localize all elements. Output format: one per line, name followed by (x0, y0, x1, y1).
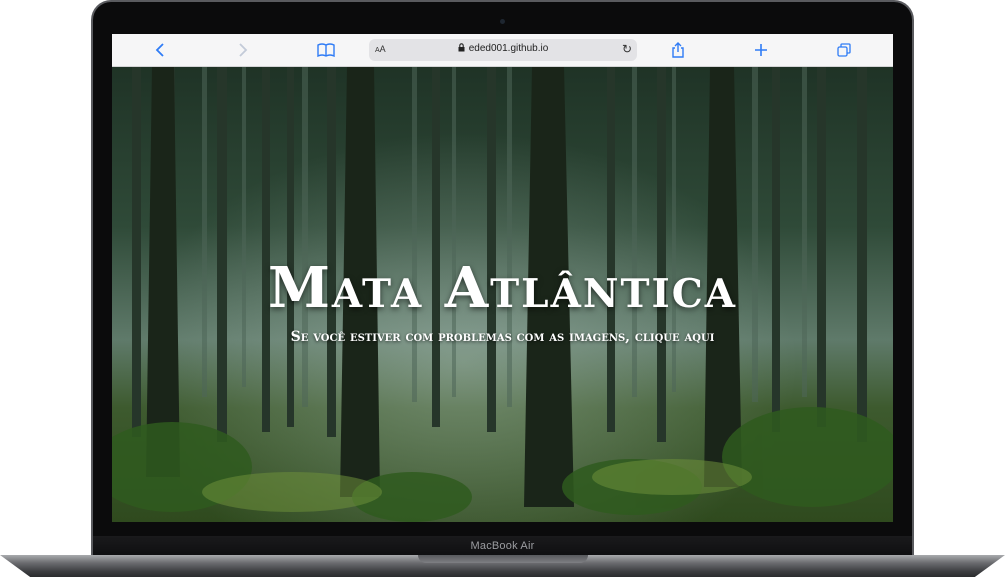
page-title: Mata Atlântica (267, 255, 738, 321)
tabs-overview-icon[interactable] (834, 41, 854, 59)
back-chevron-icon[interactable] (150, 41, 170, 59)
lid-opening-notch (418, 555, 588, 563)
bookmarks-icon[interactable] (316, 41, 336, 59)
address-bar[interactable]: AA eded001.github.io ↻ (369, 39, 637, 61)
laptop-mockup: AA eded001.github.io ↻ Mata Atlântica Se… (0, 0, 1005, 577)
reload-icon[interactable]: ↻ (622, 42, 632, 56)
forest-hero: Mata Atlântica Se você estiver com probl… (112, 67, 893, 522)
model-label: MacBook Air (470, 540, 535, 552)
lock-icon (458, 43, 465, 55)
url-text: eded001.github.io (468, 43, 549, 54)
screen: AA eded001.github.io ↻ Mata Atlântica Se… (112, 34, 893, 522)
new-tab-plus-icon[interactable] (751, 41, 771, 59)
images-help-link[interactable]: Se você estiver com problemas com as ima… (112, 329, 893, 345)
webcam (500, 19, 505, 24)
forward-chevron-icon[interactable] (233, 41, 253, 59)
share-icon[interactable] (668, 41, 688, 59)
browser-toolbar: AA eded001.github.io ↻ (112, 34, 893, 67)
